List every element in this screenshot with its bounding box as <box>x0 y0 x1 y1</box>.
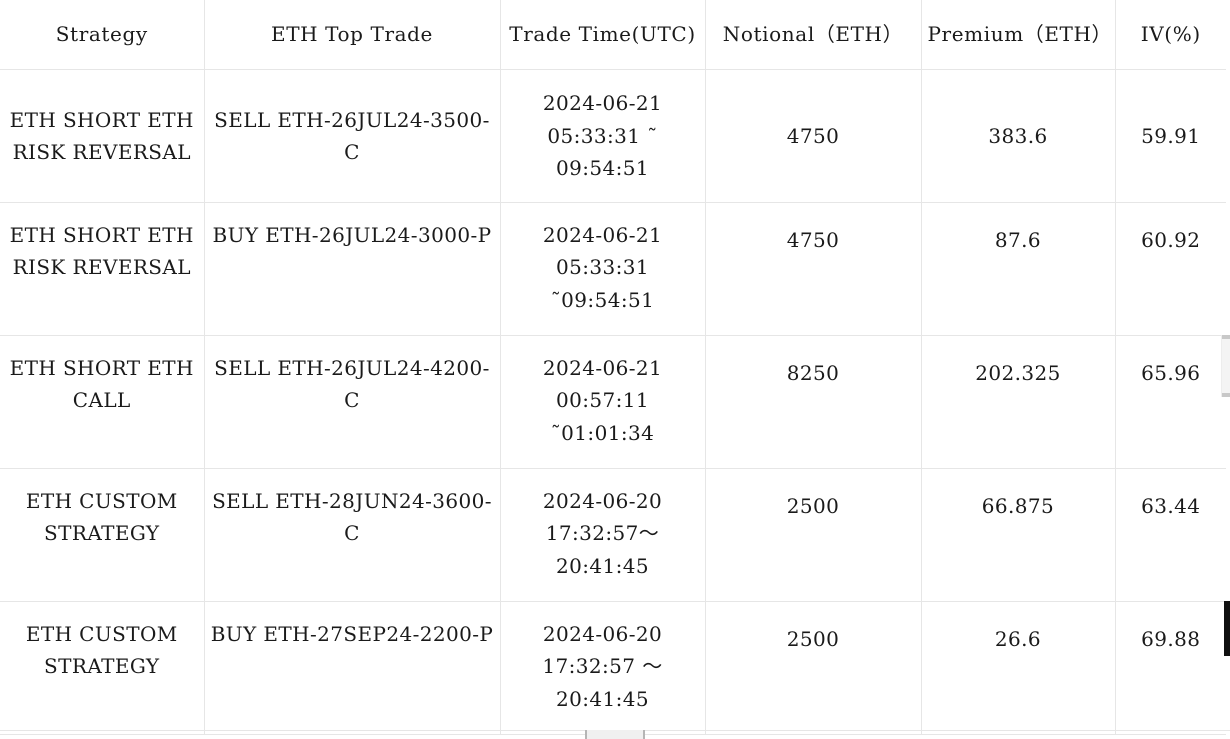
cell-eth-top-trade: SELL ETH-26JUL24-4200-C <box>204 336 500 469</box>
trade-time-line-1: 2024-06-20 <box>507 485 699 517</box>
trade-time-line-1: 2024-06-21 <box>507 219 699 251</box>
table-row[interactable]: ETH SHORT ETH RISK REVERSAL SELL ETH-26J… <box>0 70 1226 203</box>
cell-strategy: ETH SHORT ETH CALL <box>0 336 204 469</box>
cell-strategy: ETH CUSTOM STRATEGY <box>0 602 204 735</box>
cell-strategy: ETH CUSTOM STRATEGY <box>0 469 204 602</box>
trade-time-line-1: 2024-06-21 <box>507 352 699 384</box>
cell-notional: 2500 <box>705 602 921 735</box>
trade-time-line-2: 05:33:31 <box>507 251 699 283</box>
cell-trade-time: 2024-06-21 05:33:31 ˜ 09:54:51 <box>500 70 705 203</box>
cell-premium: 26.6 <box>921 602 1115 735</box>
cell-trade-time: 2024-06-20 17:32:57～ 20:41:45 <box>500 469 705 602</box>
cell-iv: 65.96 <box>1115 336 1226 469</box>
trade-time-line-3: ˜09:54:51 <box>507 284 699 316</box>
cell-iv: 69.88 <box>1115 602 1226 735</box>
cell-notional: 2500 <box>705 469 921 602</box>
table-body: ETH SHORT ETH RISK REVERSAL SELL ETH-26J… <box>0 70 1226 735</box>
table-header: Strategy ETH Top Trade Trade Time(UTC) N… <box>0 0 1226 70</box>
trade-time-line-3: 20:41:45 <box>507 550 699 582</box>
trade-table-viewport: Strategy ETH Top Trade Trade Time(UTC) N… <box>0 0 1230 739</box>
column-header-trade-time[interactable]: Trade Time(UTC) <box>500 0 705 70</box>
cell-premium: 383.6 <box>921 70 1115 203</box>
cell-eth-top-trade: SELL ETH-26JUL24-3500-C <box>204 70 500 203</box>
cell-iv: 63.44 <box>1115 469 1226 602</box>
cell-iv: 59.91 <box>1115 70 1226 203</box>
cell-premium: 87.6 <box>921 203 1115 336</box>
vertical-scrollbar-track[interactable] <box>1221 335 1230 397</box>
trade-time-line-2: 05:33:31 ˜ <box>507 120 699 152</box>
table-row[interactable]: ETH CUSTOM STRATEGY BUY ETH-27SEP24-2200… <box>0 602 1226 735</box>
cell-eth-top-trade: SELL ETH-28JUN24-3600-C <box>204 469 500 602</box>
column-header-eth-top-trade[interactable]: ETH Top Trade <box>204 0 500 70</box>
cell-premium: 202.325 <box>921 336 1115 469</box>
trade-time-line-2: 17:32:57 ～ <box>507 650 699 682</box>
table-row[interactable]: ETH SHORT ETH RISK REVERSAL BUY ETH-26JU… <box>0 203 1226 336</box>
horizontal-scrollbar-thumb[interactable] <box>585 730 645 739</box>
cell-eth-top-trade: BUY ETH-27SEP24-2200-P <box>204 602 500 735</box>
column-header-notional[interactable]: Notional（ETH） <box>705 0 921 70</box>
trade-time-line-3: 20:41:45 <box>507 683 699 715</box>
table-header-row: Strategy ETH Top Trade Trade Time(UTC) N… <box>0 0 1226 70</box>
cell-strategy: ETH SHORT ETH RISK REVERSAL <box>0 203 204 336</box>
cell-premium: 66.875 <box>921 469 1115 602</box>
column-header-premium[interactable]: Premium（ETH） <box>921 0 1115 70</box>
cell-notional: 8250 <box>705 336 921 469</box>
cell-notional: 4750 <box>705 70 921 203</box>
trade-time-line-3: ˜01:01:34 <box>507 417 699 449</box>
vertical-scrollbar-track-cap-top <box>1222 335 1230 339</box>
vertical-scrollbar-thumb[interactable] <box>1224 601 1230 656</box>
trade-time-line-3: 09:54:51 <box>507 152 699 184</box>
trade-time-line-2: 17:32:57～ <box>507 517 699 549</box>
vertical-scrollbar-track-cap-bottom <box>1222 393 1230 397</box>
trade-time-line-1: 2024-06-21 <box>507 87 699 119</box>
table-row[interactable]: ETH SHORT ETH CALL SELL ETH-26JUL24-4200… <box>0 336 1226 469</box>
cell-trade-time: 2024-06-21 00:57:11 ˜01:01:34 <box>500 336 705 469</box>
cell-strategy: ETH SHORT ETH RISK REVERSAL <box>0 70 204 203</box>
trade-time-line-1: 2024-06-20 <box>507 618 699 650</box>
column-header-strategy[interactable]: Strategy <box>0 0 204 70</box>
cell-iv: 60.92 <box>1115 203 1226 336</box>
cell-notional: 4750 <box>705 203 921 336</box>
table-row[interactable]: ETH CUSTOM STRATEGY SELL ETH-28JUN24-360… <box>0 469 1226 602</box>
trade-time-line-2: 00:57:11 <box>507 384 699 416</box>
cell-eth-top-trade: BUY ETH-26JUL24-3000-P <box>204 203 500 336</box>
column-header-iv[interactable]: IV(%) <box>1115 0 1226 70</box>
cell-trade-time: 2024-06-20 17:32:57 ～ 20:41:45 <box>500 602 705 735</box>
cell-trade-time: 2024-06-21 05:33:31 ˜09:54:51 <box>500 203 705 336</box>
eth-top-trade-table: Strategy ETH Top Trade Trade Time(UTC) N… <box>0 0 1226 735</box>
